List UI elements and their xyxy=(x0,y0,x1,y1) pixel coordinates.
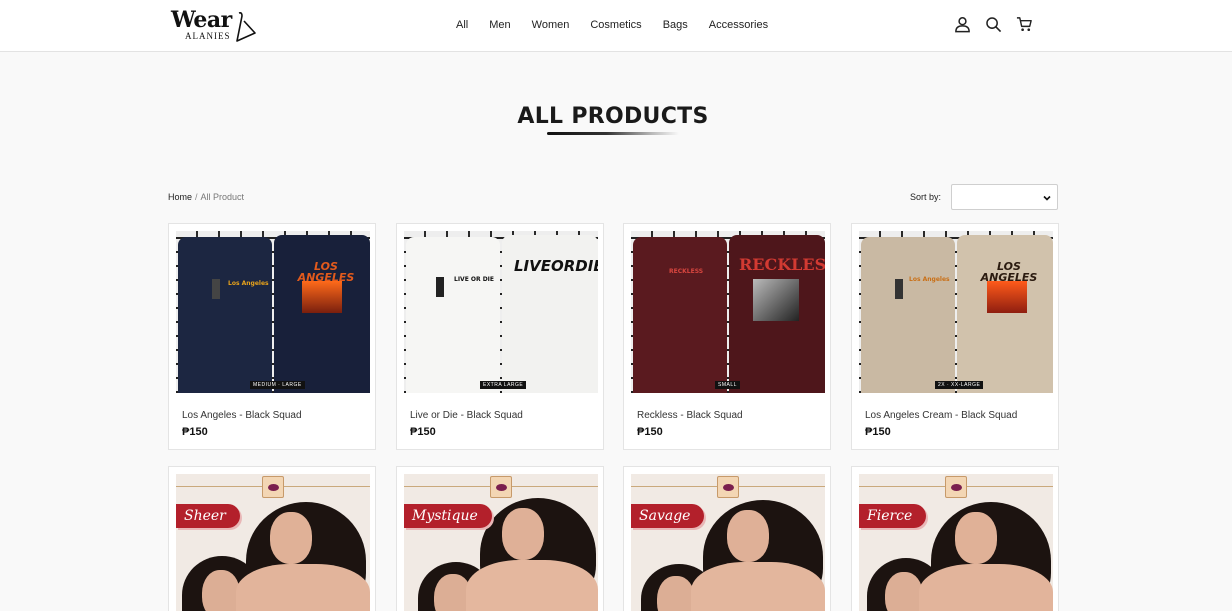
breadcrumb-current: All Product xyxy=(200,192,245,202)
shirt-print: RECKLESS xyxy=(739,255,825,274)
product-image: Los Angeles LOS ANGELES 2X · XX-LARGE xyxy=(859,231,1053,393)
product-card[interactable]: Los Angeles LOS ANGELES MEDIUM · LARGE L… xyxy=(168,223,376,450)
sort-select[interactable] xyxy=(951,184,1058,210)
product-card[interactable]: LIVE OR DIE LIVEORDIE EXTRA LARGE Live o… xyxy=(396,223,604,450)
breadcrumb-home[interactable]: Home xyxy=(168,192,192,202)
product-name: Los Angeles - Black Squad xyxy=(182,410,302,421)
size-tag: MEDIUM · LARGE xyxy=(250,381,305,389)
nav-item-men[interactable]: Men xyxy=(489,19,510,31)
nav-item-women[interactable]: Women xyxy=(532,19,570,31)
size-tag: 2X · XX-LARGE xyxy=(935,381,984,389)
product-ribbon: Mystique xyxy=(404,504,492,528)
product-card[interactable]: Mystique xyxy=(396,466,604,611)
title-underline xyxy=(547,132,679,135)
product-ribbon: Savage xyxy=(631,504,705,528)
sort-label: Sort by: xyxy=(910,192,942,202)
product-card[interactable]: Fierce xyxy=(851,466,1059,611)
product-price: ₱150 xyxy=(182,426,208,438)
product-ribbon: Fierce xyxy=(859,504,927,528)
brand-badge-icon xyxy=(262,476,284,498)
product-image: Sheer xyxy=(176,474,370,611)
product-name: Live or Die - Black Squad xyxy=(410,410,523,421)
nav-item-all[interactable]: All xyxy=(456,19,468,31)
breadcrumb: Home / All Product xyxy=(168,192,244,202)
product-image: Los Angeles LOS ANGELES MEDIUM · LARGE xyxy=(176,231,370,393)
product-price: ₱150 xyxy=(865,426,891,438)
product-ribbon: Sheer xyxy=(176,504,240,528)
product-image: Mystique xyxy=(404,474,598,611)
brand-logo[interactable]: Wear ALANIES xyxy=(171,7,261,45)
brand-badge-icon xyxy=(717,476,739,498)
product-name: Los Angeles Cream - Black Squad xyxy=(865,410,1018,421)
product-name: Reckless - Black Squad xyxy=(637,410,743,421)
size-tag: SMALL xyxy=(715,381,740,389)
product-price: ₱150 xyxy=(410,426,436,438)
size-tag: EXTRA LARGE xyxy=(480,381,527,389)
product-image: Savage xyxy=(631,474,825,611)
brand-badge-icon xyxy=(945,476,967,498)
product-image: Fierce xyxy=(859,474,1053,611)
nav-item-cosmetics[interactable]: Cosmetics xyxy=(590,19,641,31)
breadcrumb-separator: / xyxy=(195,192,198,202)
search-icon[interactable] xyxy=(985,16,1002,33)
shirt-print: LIVEORDIE xyxy=(514,257,598,275)
page-title: ALL PRODUCTS xyxy=(517,104,709,129)
product-image: RECKLESS RECKLESS SMALL xyxy=(631,231,825,393)
hanger-icon xyxy=(236,12,256,42)
main-nav: All Men Women Cosmetics Bags Accessories xyxy=(456,19,789,31)
nav-item-bags[interactable]: Bags xyxy=(663,19,688,31)
logo-wordmark: Wear xyxy=(171,7,232,33)
product-card[interactable]: RECKLESS RECKLESS SMALL Reckless - Black… xyxy=(623,223,831,450)
cart-icon[interactable] xyxy=(1016,16,1033,33)
logo-subtitle: ALANIES xyxy=(185,31,231,41)
product-card[interactable]: Savage xyxy=(623,466,831,611)
user-icon[interactable] xyxy=(954,16,971,33)
chevron-down-icon xyxy=(1043,195,1051,201)
product-price: ₱150 xyxy=(637,426,663,438)
nav-item-accessories[interactable]: Accessories xyxy=(709,19,768,31)
product-card[interactable]: Sheer xyxy=(168,466,376,611)
brand-badge-icon xyxy=(490,476,512,498)
site-header: Wear ALANIES All Men Women Cosmetics Bag… xyxy=(0,0,1232,52)
product-image: LIVE OR DIE LIVEORDIE EXTRA LARGE xyxy=(404,231,598,393)
product-card[interactable]: Los Angeles LOS ANGELES 2X · XX-LARGE Lo… xyxy=(851,223,1059,450)
header-actions xyxy=(954,16,1033,33)
